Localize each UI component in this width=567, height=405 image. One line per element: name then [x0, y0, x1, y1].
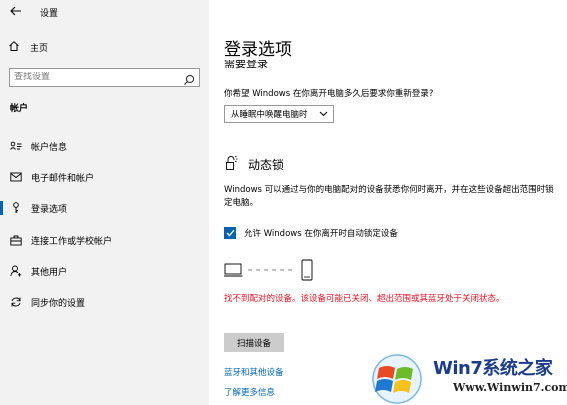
laptop-icon	[223, 263, 243, 277]
search-box[interactable]	[9, 68, 200, 87]
sidebar-item-sign-in-options[interactable]: 登录选项	[0, 197, 209, 219]
bluetooth-devices-link[interactable]: 蓝牙和其他设备	[224, 366, 284, 378]
sync-icon	[9, 295, 23, 309]
paired-devices-illustration	[223, 258, 314, 286]
person-add-icon	[9, 264, 23, 278]
dynamic-lock-checkbox-row[interactable]: 允许 Windows 在你离开时自动锁定设备	[224, 227, 398, 239]
window-title: 设置	[40, 9, 59, 19]
watermark-brand: Win7系统之家	[433, 358, 553, 379]
briefcase-icon	[9, 233, 23, 247]
sidebar-item-label: 同步你的设置	[31, 298, 86, 309]
require-sign-in-dropdown[interactable]: 从睡眠中唤醒电脑时	[224, 105, 334, 123]
watermark: Win7系统之家 Www.Winwin7.com	[365, 350, 567, 405]
account-info-icon	[9, 139, 23, 153]
dynamic-lock-checkbox[interactable]	[224, 227, 236, 239]
sidebar-item-account-info[interactable]: 帐户信息	[0, 135, 209, 157]
search-input[interactable]	[14, 72, 174, 82]
dynamic-lock-description: Windows 可以通过与你的电脑配对的设备获悉你何时离开，并在这些设备超出范围…	[224, 185, 554, 208]
require-sign-in-question: 你希望 Windows 在你离开电脑多久后要求你重新登录?	[224, 89, 434, 99]
scan-devices-button[interactable]: 扫描设备	[224, 333, 284, 352]
home-nav[interactable]: 主页	[8, 40, 48, 55]
mail-icon	[9, 170, 23, 184]
dynamic-lock-checkbox-label: 允许 Windows 在你离开时自动锁定设备	[244, 229, 398, 239]
dynamic-lock-error: 找不到配对的设备。该设备可能已关闭、超出范围或其蓝牙处于关闭状态。	[224, 294, 505, 304]
sidebar-item-label: 登录选项	[31, 204, 68, 215]
sidebar-item-work-school[interactable]: 连接工作或学校帐户	[0, 229, 209, 251]
back-arrow-icon[interactable]	[10, 5, 22, 19]
main-content: 登录选项 需要登录 你希望 Windows 在你离开电脑多久后要求你重新登录? …	[209, 0, 567, 405]
dropdown-value: 从睡眠中唤醒电脑时	[231, 110, 308, 120]
windows-logo-icon	[372, 354, 422, 404]
sidebar-item-email[interactable]: 电子邮件和帐户	[0, 166, 209, 188]
dynamic-lock-icon	[224, 155, 238, 174]
learn-more-link[interactable]: 了解更多信息	[224, 386, 275, 398]
sidebar-item-label: 连接工作或学校帐户	[31, 236, 113, 247]
sidebar: 设置 主页 帐户 帐户信息 电子邮件和帐户 登录选项 连接工作	[0, 0, 209, 405]
sidebar-item-label: 其他用户	[31, 267, 68, 278]
key-icon	[9, 201, 23, 215]
watermark-url: Www.Winwin7.com	[453, 381, 567, 394]
sidebar-item-sync[interactable]: 同步你的设置	[0, 291, 209, 313]
require-sign-in-heading: 需要登录	[224, 60, 268, 70]
home-label: 主页	[30, 44, 49, 54]
dynamic-lock-section-heading: 动态锁	[224, 155, 284, 174]
phone-icon	[301, 259, 313, 281]
section-label-accounts: 帐户	[10, 104, 29, 114]
home-icon	[8, 40, 20, 55]
sidebar-item-other-users[interactable]: 其他用户	[0, 260, 209, 282]
dynamic-lock-heading: 动态锁	[248, 158, 285, 172]
sidebar-item-label: 电子邮件和帐户	[31, 173, 95, 184]
sidebar-item-label: 帐户信息	[31, 142, 68, 153]
search-icon[interactable]	[183, 71, 195, 90]
chevron-down-icon	[319, 110, 328, 120]
page-title: 登录选项	[224, 40, 292, 60]
